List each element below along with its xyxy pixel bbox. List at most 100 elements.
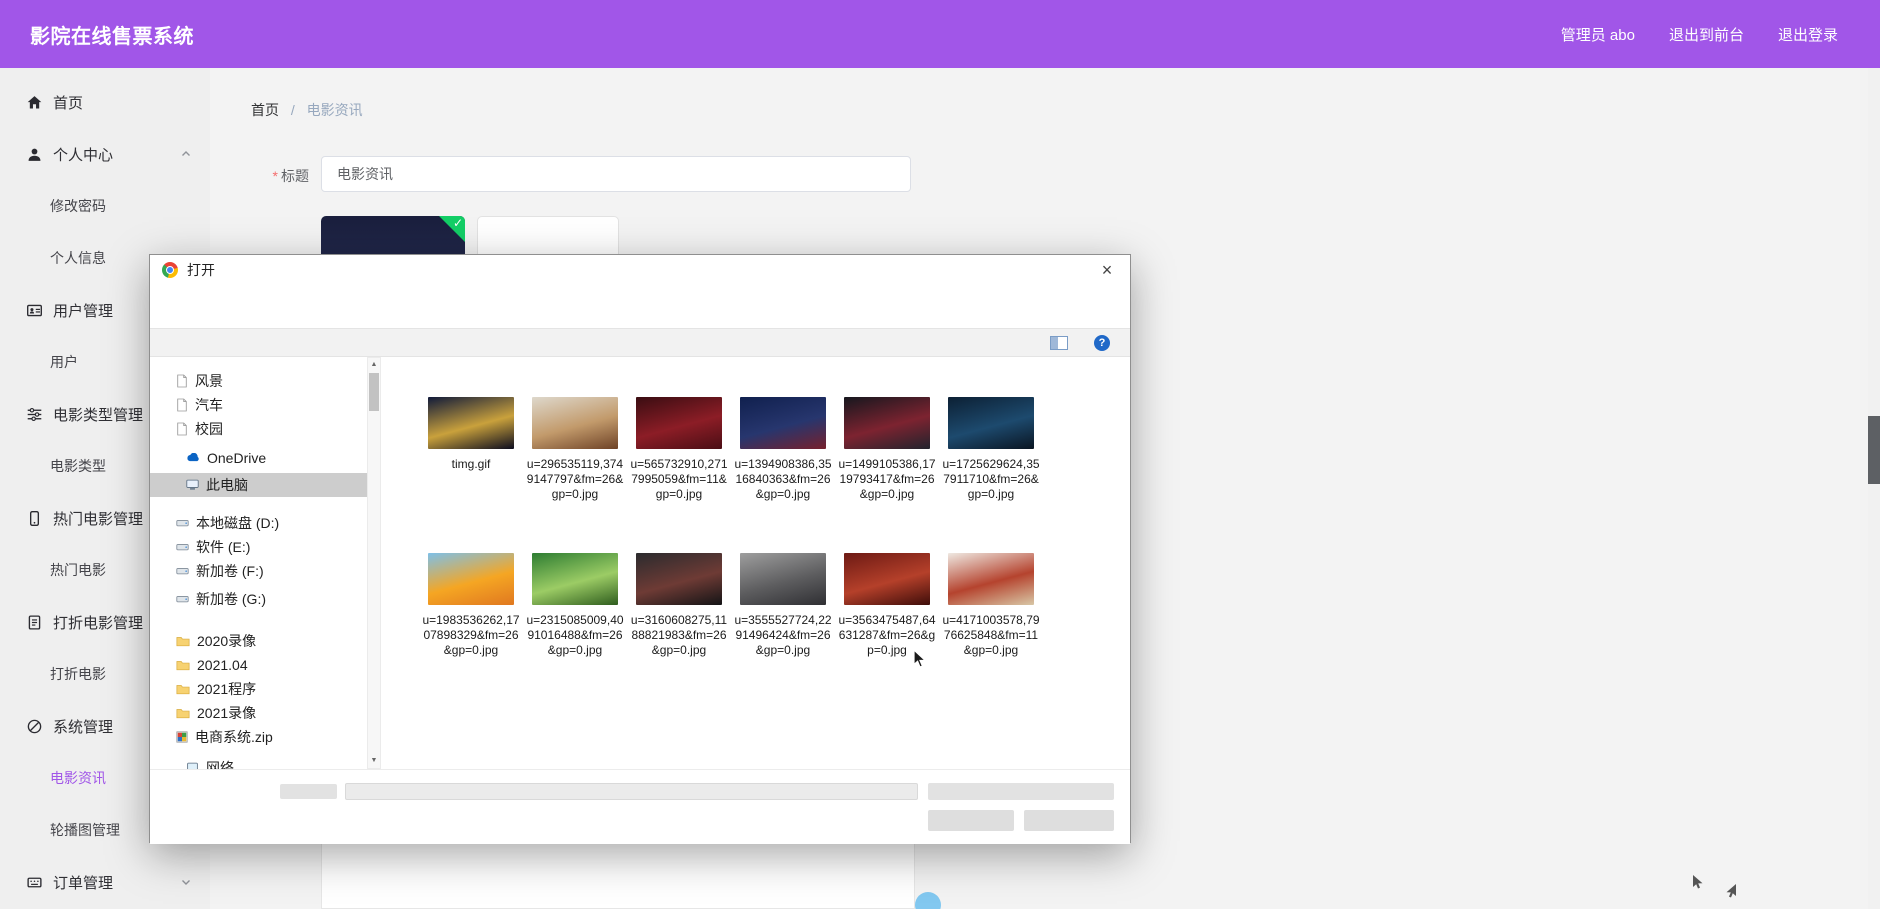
header-link-front[interactable]: 退出到前台 [1669,24,1744,45]
file-item[interactable]: u=1499105386,1719793417&fm=26&gp=0.jpg [837,391,937,541]
dialog-body: 风景汽车校园 OneDrive 此电脑本地磁盘 (D:)软件 (E:) 新加卷 (F:… [150,357,1130,769]
file-item[interactable]: u=3160608275,1188821983&fm=26&gp=0.jpg [629,547,729,697]
file-item[interactable]: u=3555527724,2291496424&fm=26&gp=0.jpg [733,547,833,697]
file-item[interactable]: u=1725629624,357911710&fm=26&gp=0.jpg [941,391,1041,541]
tree-item-this-pc[interactable]: 此电脑 [150,473,372,497]
file-item[interactable]: timg.gif [421,391,521,541]
computer-icon [186,479,199,491]
title-input[interactable] [321,156,911,192]
tree-item-label: 此电脑 [206,475,248,495]
tree-item-label: 2020录像 [197,631,256,651]
file-thumbnail [428,553,514,605]
tree-item-volume-g[interactable]: 新加卷 (G:) [150,587,372,611]
tree-item-network[interactable]: 网络 [150,756,372,769]
tree-item-folder-2020-videos[interactable]: 2020录像 [150,629,372,653]
file-item[interactable]: u=565732910,2717995059&fm=11&gp=0.jpg [629,391,729,541]
folder-icon [176,683,190,695]
drive-icon [176,565,189,577]
filename-input[interactable] [345,783,918,800]
tree-scrollbar[interactable]: ▲ ▼ [367,357,381,769]
doc-icon [26,614,43,631]
tree-item-campus[interactable]: 校园 [150,417,372,441]
filetype-select[interactable] [928,783,1114,800]
file-thumbnail [844,397,930,449]
tree-item-label: 软件 (E:) [196,537,250,557]
sidebar-item-label: 修改密码 [50,196,106,216]
tree-item-label: 2021录像 [197,703,256,723]
tree-item-ecommerce-zip[interactable]: 电商系统.zip [150,725,372,749]
file-item[interactable]: u=3563475487,64631287&fm=26&gp=0.jpg [837,547,937,697]
file-name: u=2315085009,4091016488&fm=26&gp=0.jpg [525,613,625,658]
network-icon [186,762,199,769]
title-field-label: *标题 [210,166,309,186]
person-icon [26,146,43,163]
scroll-up-icon[interactable]: ▲ [368,358,380,372]
file-thumbnail [948,397,1034,449]
tree-item-software-e[interactable]: 软件 (E:) [150,535,372,559]
file-name: u=3563475487,64631287&fm=26&gp=0.jpg [837,613,937,658]
tree-item-folder-2021-programs[interactable]: 2021程序 [150,677,372,701]
sidebar-item-label: 个人中心 [53,144,113,165]
required-asterisk: * [273,168,278,184]
open-file-dialog: 打开 × ? 风景汽车校园 OneDrive 此电脑本地磁盘 (D:)软件 (E:)… [149,254,1131,843]
file-item[interactable]: u=1983536262,1707898329&fm=26&gp=0.jpg [421,547,521,697]
file-name: u=4171003578,7976625848&fm=11&gp=0.jpg [941,613,1041,658]
tree-item-cars[interactable]: 汽车 [150,393,372,417]
file-name: u=1499105386,1719793417&fm=26&gp=0.jpg [837,457,937,502]
chevron-up-icon [180,148,192,160]
file-thumbnail [532,397,618,449]
sidebar-item-label: 个人信息 [50,248,106,268]
sidebar-item-label: 热门电影管理 [53,508,143,529]
rich-text-editor[interactable] [321,843,915,909]
view-toggle-icon[interactable] [1050,336,1068,350]
tree-item-disk-d[interactable]: 本地磁盘 (D:) [150,511,372,535]
file-thumbnail [532,553,618,605]
file-item[interactable]: u=4171003578,7976625848&fm=11&gp=0.jpg [941,547,1041,697]
zip-icon [176,731,188,743]
folder-icon [176,635,190,647]
header-user[interactable]: 管理员 abo [1561,24,1635,45]
file-thumbnail [636,553,722,605]
sidebar-item-profile-center[interactable]: 个人中心 [0,128,210,180]
tree-item-scenery[interactable]: 风景 [150,369,372,393]
chevron-down-icon [180,876,192,888]
idcard-icon [26,302,43,319]
file-icon [176,422,188,436]
dialog-title: 打开 [187,260,215,280]
folder-icon [176,659,190,671]
scroll-down-icon[interactable]: ▼ [368,754,380,768]
sidebar-item-label: 电影类型 [50,456,106,476]
file-name: u=3160608275,1188821983&fm=26&gp=0.jpg [629,613,729,658]
open-button[interactable] [928,810,1014,831]
sidebar-item-home[interactable]: 首页 [0,76,210,128]
sidebar-item-change-password[interactable]: 修改密码 [0,180,210,232]
tree-item-folder-2021-videos[interactable]: 2021录像 [150,701,372,725]
tree-item-onedrive[interactable]: OneDrive [150,446,372,470]
cancel-button[interactable] [1024,810,1114,831]
tree-item-label: 校园 [195,419,223,439]
tree-item-label: 汽车 [195,395,223,415]
sidebar-item-label: 打折电影 [50,664,106,684]
file-item[interactable]: u=2315085009,4091016488&fm=26&gp=0.jpg [525,547,625,697]
file-item[interactable]: u=1394908386,3516840363&fm=26&gp=0.jpg [733,391,833,541]
page-scrollbar[interactable] [1868,68,1880,909]
tree-item-label: 风景 [195,371,223,391]
file-thumbnail [636,397,722,449]
app-header: 影院在线售票系统 管理员 abo 退出到前台 退出登录 [0,0,1880,68]
sidebar-item-label: 用户管理 [53,300,113,321]
page-scrollbar-thumb[interactable] [1868,416,1880,484]
tree-scrollbar-thumb[interactable] [369,373,379,411]
tree-item-folder-2021-04[interactable]: 2021.04 [150,653,372,677]
help-icon[interactable]: ? [1094,335,1110,351]
sidebar-item-order-management[interactable]: 订单管理 [0,856,210,908]
check-icon: ✓ [453,216,463,230]
file-item[interactable]: u=296535119,3749147797&fm=26&gp=0.jpg [525,391,625,541]
breadcrumb-home[interactable]: 首页 [251,102,279,118]
file-name: u=3555527724,2291496424&fm=26&gp=0.jpg [733,613,833,658]
tree-item-volume-f[interactable]: 新加卷 (F:) [150,559,372,583]
tree-item-label: 新加卷 (F:) [196,561,264,581]
editor-handle[interactable] [915,892,941,909]
header-link-logout[interactable]: 退出登录 [1778,24,1838,45]
dialog-titlebar[interactable]: 打开 × [150,255,1130,285]
dialog-close-button[interactable]: × [1096,259,1118,281]
